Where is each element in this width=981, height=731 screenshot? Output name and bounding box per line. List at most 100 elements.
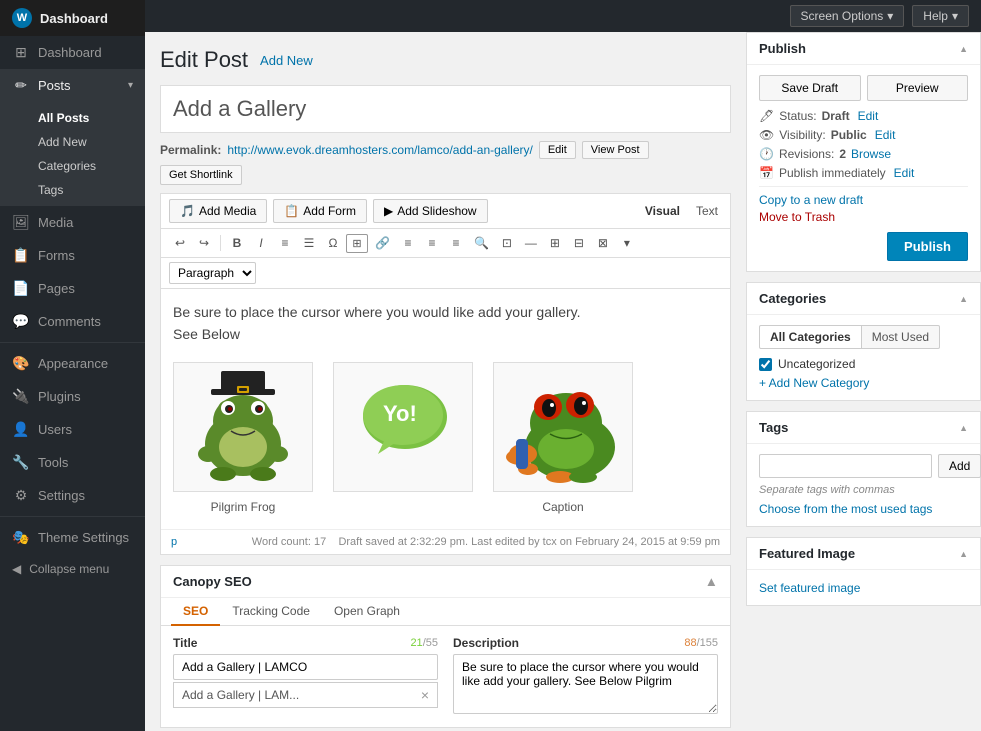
sidebar-item-posts[interactable]: ✏ Posts ▾ — [0, 69, 145, 102]
sidebar-item-settings[interactable]: ⚙ Settings — [0, 479, 145, 512]
editor-area: Edit Post Add New Permalink: http://www.… — [145, 32, 746, 731]
tags-add-button[interactable]: Add — [938, 454, 981, 478]
appearance-icon: 🎨 — [12, 355, 30, 372]
table-edit-button[interactable]: ⊟ — [568, 233, 590, 253]
special-chars-button[interactable]: Ω — [322, 233, 344, 253]
sidebar-item-dashboard[interactable]: ⊞ Dashboard — [0, 36, 145, 69]
align-left-button[interactable]: ≡ — [397, 233, 419, 253]
save-draft-button[interactable]: Save Draft — [759, 75, 861, 101]
hr-button[interactable]: — — [520, 233, 542, 253]
seo-box-header: Canopy SEO ▲ — [161, 566, 730, 598]
seo-desc-textarea[interactable]: Be sure to place the cursor where you wo… — [453, 654, 718, 714]
sidebar-item-label: Posts — [38, 78, 71, 93]
add-media-button[interactable]: 🎵 Add Media — [169, 199, 267, 223]
tags-input[interactable] — [759, 454, 932, 478]
paragraph-select[interactable]: Paragraph — [169, 262, 256, 284]
sidebar-item-pages[interactable]: 📄 Pages — [0, 272, 145, 305]
seo-autocomplete-close[interactable]: × — [421, 687, 429, 703]
visibility-edit-link[interactable]: Edit — [875, 128, 896, 142]
copy-draft-link[interactable]: Copy to a new draft — [759, 193, 968, 207]
sidebar-panel: Publish Save Draft Preview 🖊 Status: Dra… — [746, 32, 981, 731]
add-category-link[interactable]: + Add New Category — [759, 376, 869, 390]
seo-title-label: Title — [173, 636, 197, 650]
publish-panel-header[interactable]: Publish — [747, 33, 980, 65]
view-post-button[interactable]: View Post — [582, 141, 649, 159]
sidebar-item-plugins[interactable]: 🔌 Plugins — [0, 380, 145, 413]
gallery-caption-0: Pilgrim Frog — [211, 498, 276, 517]
tags-panel-content: Add Separate tags with commas Choose fro… — [747, 444, 980, 526]
move-trash-link[interactable]: Move to Trash — [759, 210, 835, 224]
post-title-input[interactable] — [161, 86, 730, 132]
table-button[interactable]: ⊞ — [544, 233, 566, 253]
sidebar-sub-item-all-posts[interactable]: All Posts — [0, 106, 145, 130]
cat-tab-most-used[interactable]: Most Used — [862, 325, 940, 349]
redo-button[interactable]: ↪ — [193, 233, 215, 253]
align-center-button[interactable]: ≡ — [421, 233, 443, 253]
permalink-url[interactable]: http://www.evok.dreamhosters.com/lamco/a… — [227, 143, 532, 157]
ordered-list-button[interactable]: ☰ — [298, 233, 320, 253]
publish-time-edit-link[interactable]: Edit — [894, 166, 915, 180]
uncategorized-checkbox[interactable] — [759, 358, 772, 371]
text-tab[interactable]: Text — [692, 202, 722, 220]
sidebar: W Dashboard ⊞ Dashboard ✏ Posts ▾ All Po… — [0, 0, 145, 731]
publish-button[interactable]: Publish — [887, 232, 968, 261]
editor-content[interactable]: Be sure to place the cursor where you wo… — [161, 289, 730, 529]
seo-desc-count: 88/155 — [684, 637, 718, 649]
search-replace-button[interactable]: 🔍 — [469, 233, 494, 253]
unordered-list-button[interactable]: ≡ — [274, 233, 296, 253]
shortlink-button[interactable]: Get Shortlink — [160, 165, 242, 185]
sidebar-item-appearance[interactable]: 🎨 Appearance — [0, 347, 145, 380]
italic-button[interactable]: I — [250, 233, 272, 253]
sidebar-sub-item-add-new[interactable]: Add New — [0, 130, 145, 154]
seo-tab-opengraph[interactable]: Open Graph — [322, 598, 412, 626]
link-button[interactable]: 🔗 — [370, 233, 395, 253]
seo-title-input[interactable] — [173, 654, 438, 680]
status-edit-link[interactable]: Edit — [858, 109, 879, 123]
sidebar-item-label: Plugins — [38, 389, 81, 404]
wp-logo-icon: W — [12, 8, 32, 28]
add-new-link[interactable]: Add New — [260, 53, 313, 68]
seo-tab-tracking[interactable]: Tracking Code — [220, 598, 322, 626]
tags-arrow-icon — [959, 422, 968, 434]
table-options-button[interactable]: ⊠ — [592, 233, 614, 253]
preview-button[interactable]: Preview — [867, 75, 969, 101]
sidebar-item-users[interactable]: 👤 Users — [0, 413, 145, 446]
seo-tab-seo[interactable]: SEO — [171, 598, 220, 626]
sidebar-item-tools[interactable]: 🔧 Tools — [0, 446, 145, 479]
collapse-menu-item[interactable]: ◀ Collapse menu — [0, 554, 145, 584]
undo-button[interactable]: ↩ — [169, 233, 191, 253]
embed-button[interactable]: ⊡ — [496, 233, 518, 253]
align-right-button[interactable]: ≡ — [445, 233, 467, 253]
sidebar-sub-item-categories[interactable]: Categories — [0, 154, 145, 178]
posts-submenu: All Posts Add New Categories Tags — [0, 102, 145, 206]
add-slideshow-button[interactable]: ▶ Add Slideshow — [373, 199, 488, 223]
red-eye-frog-svg — [498, 369, 628, 484]
sidebar-item-comments[interactable]: 💬 Comments — [0, 305, 145, 338]
sidebar-item-media[interactable]: 🖼 Media — [0, 206, 145, 239]
toolbar-toggle-button[interactable]: ▾ — [616, 233, 638, 253]
featured-image-header[interactable]: Featured Image — [747, 538, 980, 570]
categories-panel-header[interactable]: Categories — [747, 283, 980, 315]
visual-tab[interactable]: Visual — [641, 202, 684, 220]
more-button[interactable]: ⊞ — [346, 234, 368, 253]
add-form-button[interactable]: 📋 Add Form — [273, 199, 367, 223]
browse-link[interactable]: Browse — [851, 147, 891, 161]
sidebar-item-label: Tools — [38, 455, 68, 470]
tags-panel-header[interactable]: Tags — [747, 412, 980, 444]
tags-hint: Separate tags with commas — [759, 484, 968, 496]
seo-collapse-button[interactable]: ▲ — [705, 574, 718, 589]
permalink-label: Permalink: — [160, 143, 221, 157]
help-button[interactable]: Help ▾ — [912, 5, 969, 27]
bold-button[interactable]: B — [226, 233, 248, 253]
sidebar-sub-item-tags[interactable]: Tags — [0, 178, 145, 202]
set-featured-image-link[interactable]: Set featured image — [759, 581, 860, 595]
sidebar-item-theme-settings[interactable]: 🎭 Theme Settings — [0, 521, 145, 554]
featured-image-panel: Featured Image Set featured image — [746, 537, 981, 606]
choose-tags-link[interactable]: Choose from the most used tags — [759, 502, 932, 516]
permalink-edit-button[interactable]: Edit — [539, 141, 576, 159]
sidebar-item-forms[interactable]: 📋 Forms — [0, 239, 145, 272]
screen-options-button[interactable]: Screen Options ▾ — [790, 5, 905, 27]
editor-paragraph-1: Be sure to place the cursor where you wo… — [173, 301, 718, 323]
gallery-image-1: Yo! — [333, 362, 473, 492]
cat-tab-all[interactable]: All Categories — [759, 325, 862, 349]
